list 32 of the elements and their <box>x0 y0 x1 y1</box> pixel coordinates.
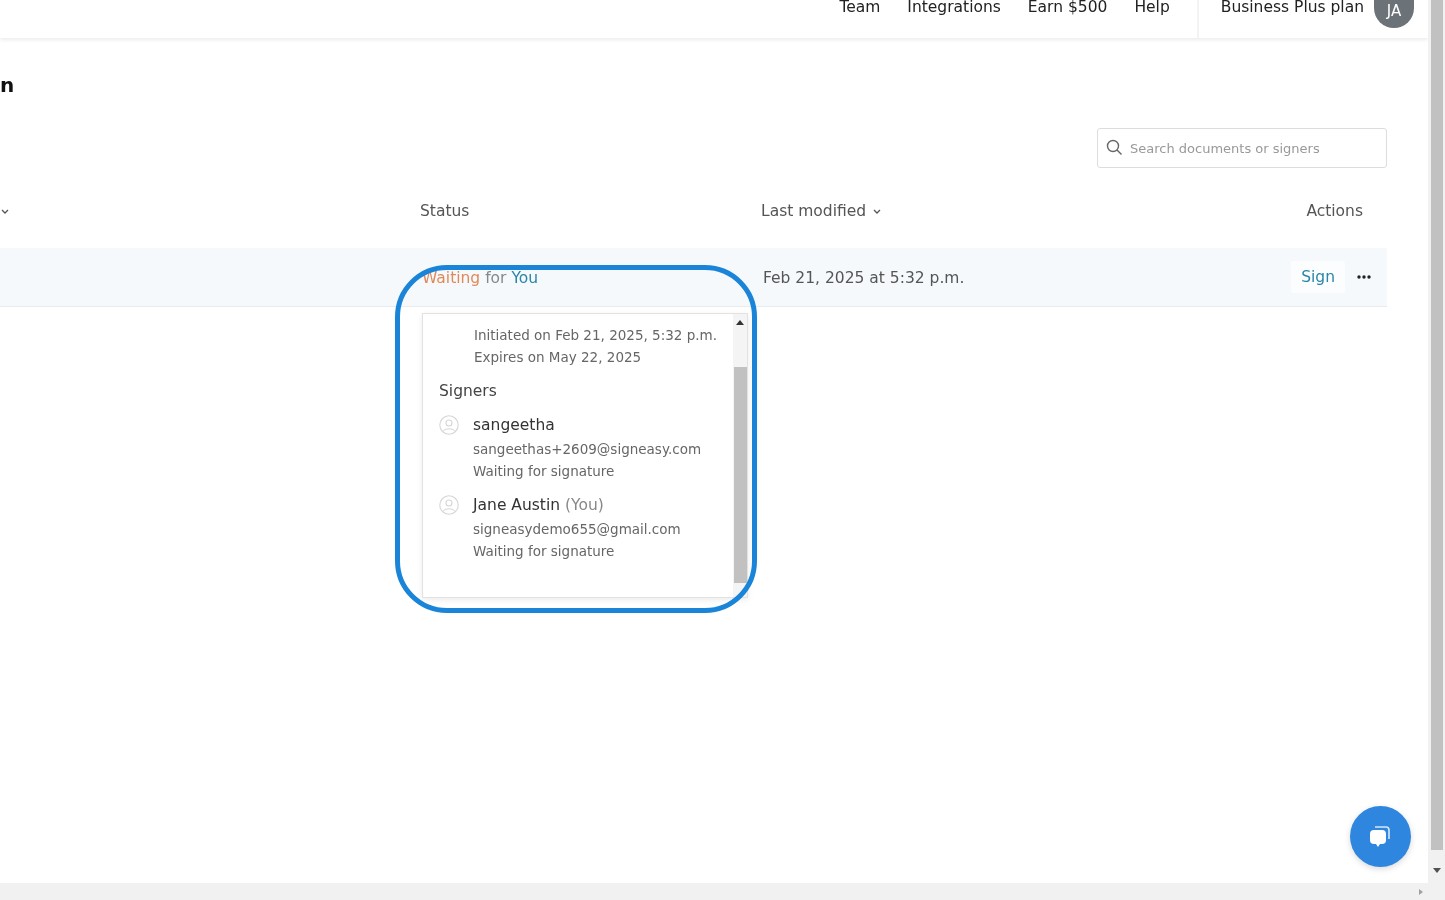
avatar[interactable]: JA <box>1374 0 1414 28</box>
table-row[interactable]: Waiting for You Feb 21, 2025 at 5:32 p.m. Sign <box>0 248 1387 307</box>
user-avatar-icon <box>439 415 459 435</box>
column-header[interactable]: Last modified <box>761 202 867 220</box>
signer-email: sangeethas+2609@signeasy.com <box>473 440 702 459</box>
status-text[interactable]: Waiting for You <box>420 268 539 287</box>
signer-name: sangeetha <box>473 415 556 436</box>
nav-link[interactable]: Team <box>839 0 881 38</box>
search-field[interactable]: Search documents or signers <box>1097 128 1387 168</box>
horizontal-scrollbar[interactable] <box>0 883 1445 900</box>
more-options-icon[interactable] <box>1357 275 1371 279</box>
section-heading: Signers <box>439 382 498 400</box>
vertical-scrollbar[interactable] <box>1428 0 1445 883</box>
detail-text: Initiated on Feb 21, 2025, 5:32 p.m. <box>473 326 718 345</box>
nav-link[interactable]: Help <box>1134 0 1170 38</box>
signer-email: signeasydemo655@gmail.com <box>473 520 681 539</box>
column-header: Status <box>420 202 470 220</box>
signer-name: Jane Austin (You) <box>473 495 605 516</box>
page-title: n <box>0 72 16 98</box>
signer-status: Waiting for signature <box>473 542 616 561</box>
search-icon <box>1106 139 1123 156</box>
nav-link[interactable]: Earn $500 <box>1027 0 1108 38</box>
column-header: Actions <box>1306 202 1363 220</box>
sign-button[interactable]: Sign <box>1291 261 1345 293</box>
chat-button[interactable] <box>1350 806 1411 867</box>
nav-link[interactable]: Integrations <box>907 0 1001 38</box>
user-avatar-icon <box>439 495 459 515</box>
table-cell-text: Feb 21, 2025 at 5:32 p.m. <box>762 268 965 287</box>
popover-scrollbar[interactable] <box>733 314 747 597</box>
plan-link[interactable]: Business Plus plan <box>1220 0 1364 16</box>
signer-status: Waiting for signature <box>473 462 616 481</box>
detail-text: Expires on May 22, 2025 <box>473 348 643 367</box>
